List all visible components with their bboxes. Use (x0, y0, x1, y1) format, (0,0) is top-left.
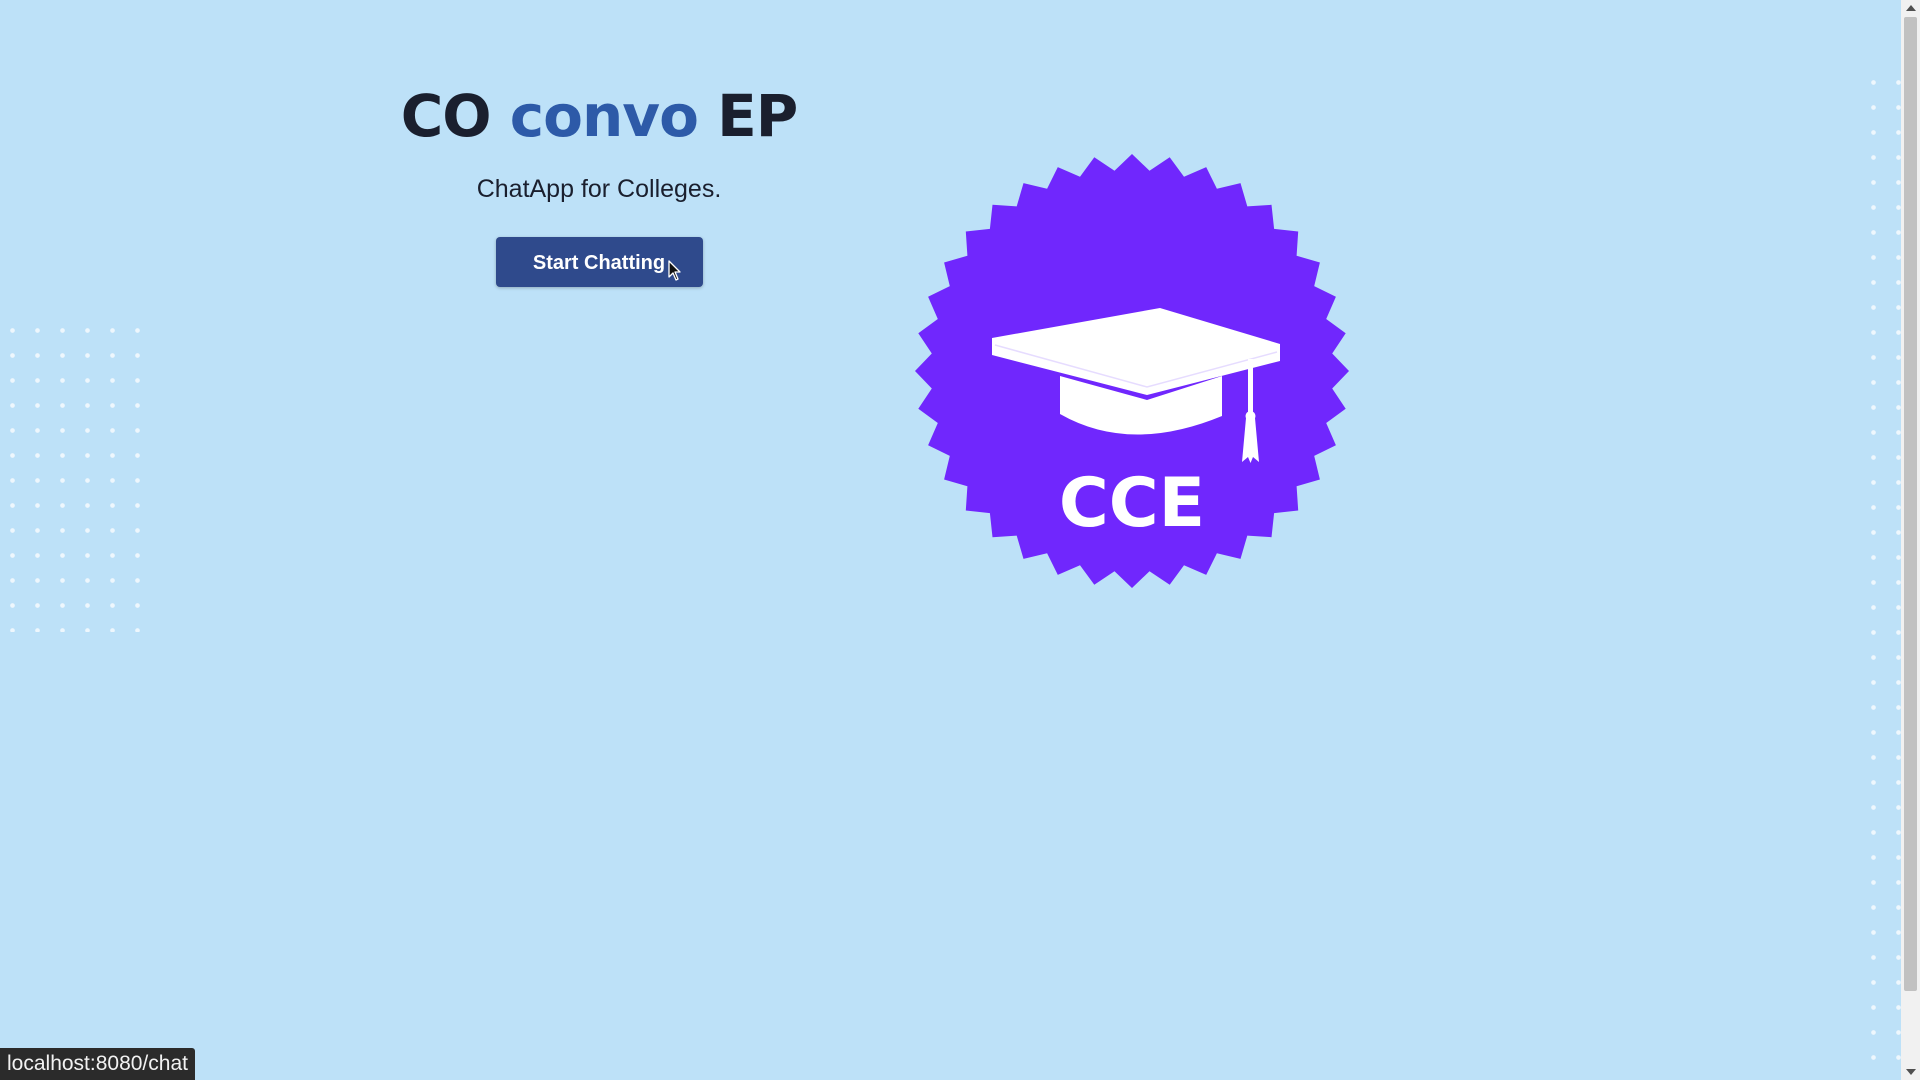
app-title: CO convo EP (360, 78, 838, 154)
mouse-pointer-icon (668, 260, 681, 281)
landing-page: CO convo EP ChatApp for Colleges. Start … (0, 0, 1901, 1080)
dot-pattern-right (1855, 70, 1901, 1080)
vertical-scrollbar[interactable] (1901, 0, 1920, 1080)
app-title-accent: convo (509, 82, 699, 150)
dot-pattern-left (0, 318, 160, 632)
college-badge: CCE (915, 154, 1349, 588)
app-title-part-3: EP (717, 82, 798, 150)
scrollbar-thumb[interactable] (1904, 17, 1917, 991)
scroll-up-arrow-icon[interactable] (1901, 0, 1920, 16)
scroll-down-arrow-icon[interactable] (1901, 1064, 1920, 1080)
hero-section: CO convo EP ChatApp for Colleges. Start … (360, 78, 838, 287)
app-title-part-1: CO (400, 82, 492, 150)
link-preview-status-bar: localhost:8080/chat (0, 1048, 195, 1080)
badge-label: CCE (1059, 464, 1205, 543)
app-tagline: ChatApp for Colleges. (476, 175, 722, 203)
